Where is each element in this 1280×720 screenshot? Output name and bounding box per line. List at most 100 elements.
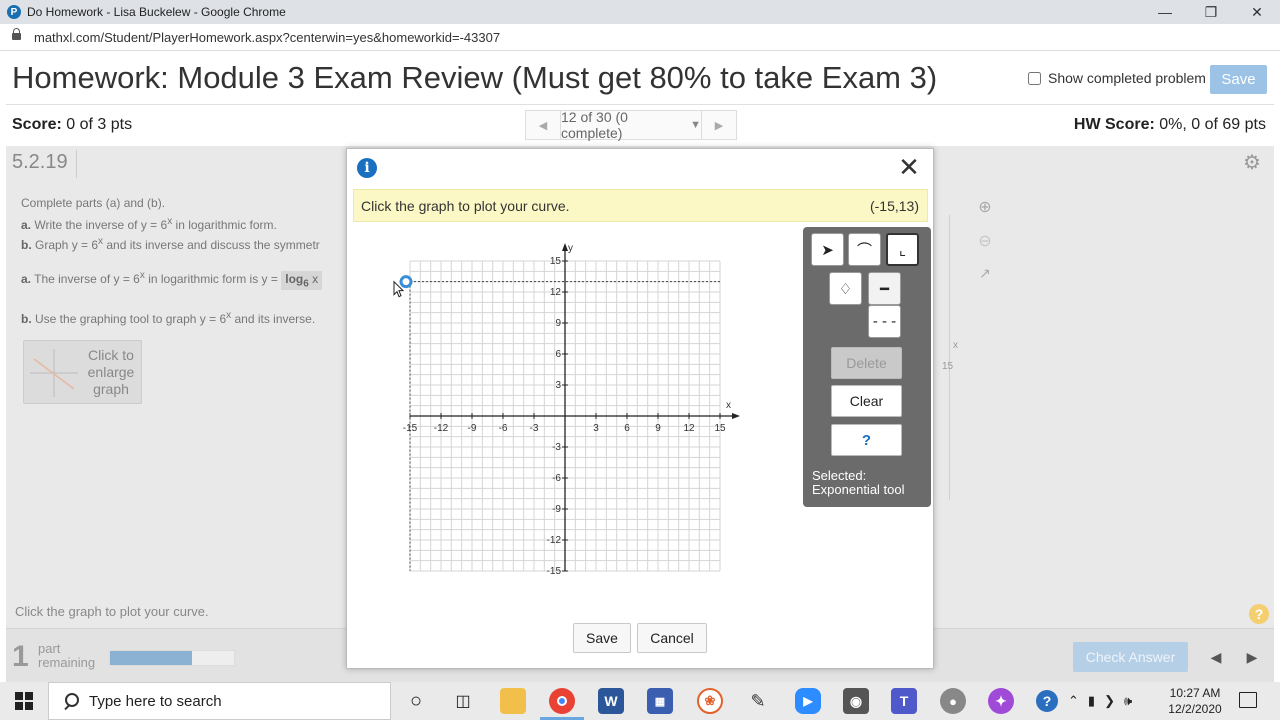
selected-tool-label: Selected: Exponential tool	[812, 468, 905, 497]
prev-icon[interactable]: ◀	[1200, 642, 1232, 672]
header-divider	[6, 104, 1274, 105]
y-tick-label: -15	[547, 566, 562, 577]
zoom-in-icon[interactable]: ⊕	[974, 197, 996, 219]
hw-score-value: 0%, 0 of 69 pts	[1154, 116, 1266, 133]
volume-icon[interactable]: 🕪	[1124, 693, 1132, 709]
popout-icon[interactable]: ↗	[974, 265, 996, 287]
cortana-icon[interactable]: ○	[403, 688, 429, 714]
prev-question-icon[interactable]: ◀	[526, 111, 560, 139]
address-bar[interactable]: mathxl.com/Student/PlayerHomework.aspx?c…	[0, 24, 1280, 51]
screencast-icon[interactable]: ✦	[988, 688, 1014, 714]
wifi-icon[interactable]: ❯	[1104, 693, 1115, 709]
help-tray-icon[interactable]: ?	[1036, 690, 1058, 712]
taskbar-search-input[interactable]: Type here to search	[48, 682, 391, 720]
y-tick-label: 9	[555, 318, 561, 329]
show-completed-input[interactable]	[1028, 71, 1041, 85]
search-placeholder: Type here to search	[89, 692, 222, 710]
pointer-tool-icon[interactable]: ➤	[811, 233, 844, 266]
chevron-down-icon: ▼	[690, 119, 701, 131]
gear-icon[interactable]: ⚙	[1243, 153, 1261, 173]
pager-text: 12 of 30 (0 complete)	[561, 109, 628, 141]
score: Score: 0 of 3 pts	[12, 116, 132, 134]
minimize-icon[interactable]: —	[1142, 0, 1188, 24]
file-explorer-icon[interactable]	[500, 688, 526, 714]
y-tick-label: -6	[552, 473, 561, 484]
enlarge-graph-button[interactable]: Click to enlarge graph	[23, 340, 142, 404]
graph-toolbox: ➤ ⌒ ⌞ ♢ ━ - - - Delete Clear ? Selected:…	[803, 227, 931, 507]
notification-icon[interactable]	[1239, 692, 1257, 708]
log-answer-box[interactable]: log6 x	[281, 271, 323, 291]
window-titlebar: P Do Homework - Lisa Buckelew - Google C…	[0, 0, 1280, 24]
question-select[interactable]: 12 of 30 (0 complete) ▼	[560, 109, 702, 141]
exponential-tool-icon[interactable]: ⌞	[886, 233, 919, 266]
zoom-app-icon[interactable]: ▶	[795, 688, 821, 714]
search-icon	[63, 693, 79, 709]
camera-icon[interactable]: ◉	[843, 688, 869, 714]
app-icon[interactable]: ▦	[647, 688, 673, 714]
close-icon[interactable]: ✕	[898, 154, 920, 180]
taskbar-clock[interactable]: 10:27 AM 12/2/2020	[1164, 685, 1226, 717]
chevron-up-icon[interactable]: ⌃	[1068, 693, 1079, 709]
dialog-save-button[interactable]: Save	[573, 623, 631, 653]
question-number: 5.2.19	[12, 151, 68, 173]
y-axis-label: y	[568, 243, 573, 254]
close-window-icon[interactable]: ✕	[1234, 0, 1280, 24]
progress-bar	[109, 650, 235, 666]
question-pager: ◀ 12 of 30 (0 complete) ▼ ▶	[525, 109, 737, 141]
x-tick-label: -9	[468, 423, 477, 434]
clock-date: 12/2/2020	[1168, 702, 1222, 716]
delete-button[interactable]: Delete	[831, 347, 902, 379]
window-title: Do Homework - Lisa Buckelew - Google Chr…	[27, 5, 286, 19]
clock-time: 10:27 AM	[1169, 686, 1221, 700]
system-tray: ⌃ ▮ ❯ 🕪	[1068, 682, 1132, 720]
y-tick-label: 3	[555, 380, 561, 391]
clear-button[interactable]: Clear	[831, 385, 902, 417]
teams-icon[interactable]: T	[891, 688, 917, 714]
zoom-out-icon[interactable]: ⊖	[974, 231, 996, 253]
graph-thumbnail-icon	[30, 349, 78, 397]
next-icon[interactable]: ▶	[1236, 642, 1268, 672]
x-tick-label: 15	[714, 423, 726, 434]
word-icon[interactable]: W	[598, 688, 624, 714]
help-icon[interactable]: ?	[1249, 604, 1269, 624]
save-button[interactable]: Save	[1210, 65, 1267, 94]
battery-icon[interactable]: ▮	[1088, 693, 1095, 709]
solid-line-icon[interactable]: ━	[868, 272, 901, 305]
show-completed-checkbox[interactable]: Show completed problem	[1028, 70, 1206, 86]
dashed-line-icon[interactable]: - - -	[868, 305, 901, 338]
bottom-instruction: Click the graph to plot your curve.	[15, 604, 209, 619]
task-view-icon[interactable]: ◫	[450, 688, 476, 714]
x-tick-label: 6	[624, 423, 630, 434]
drawing-app-icon[interactable]: ✎	[745, 688, 771, 714]
dialog-cancel-button[interactable]: Cancel	[637, 623, 707, 653]
enlarge-graph-label: Click to enlarge graph	[87, 347, 135, 397]
next-question-icon[interactable]: ▶	[702, 111, 736, 139]
progress-fill	[110, 651, 192, 665]
logarithmic-tool-icon[interactable]: ⌒	[848, 233, 881, 266]
score-value: 0 of 3 pts	[61, 116, 133, 133]
windows-start-icon[interactable]	[15, 692, 33, 710]
fill-tool-icon[interactable]: ♢	[829, 272, 862, 305]
paint-icon[interactable]: ❀	[697, 688, 723, 714]
question-part-b: b. Graph y = 6x and its inverse and disc…	[21, 236, 320, 252]
check-answer-button[interactable]: Check Answer	[1073, 642, 1188, 672]
x-axis-arrow	[732, 413, 740, 419]
webcam-icon[interactable]: ●	[940, 688, 966, 714]
graph-canvas[interactable]: x y -15 -12 -9 -6 -3 3 6 9 12 15 15 12 9 6 3 -3 -6 -9 -12 -15	[347, 149, 797, 589]
cursor-point	[399, 275, 413, 289]
y-tick-label: -9	[552, 504, 561, 515]
chrome-icon[interactable]	[549, 688, 575, 714]
y-tick-label: 15	[550, 256, 562, 267]
y-tick-label: 12	[550, 287, 562, 298]
taskbar: Type here to search ○ ◫ W ▦ ❀ ✎ ▶ ◉ T ● …	[0, 682, 1280, 720]
hw-score-label: HW Score:	[1073, 116, 1155, 133]
x-tick-label: -15	[403, 423, 418, 434]
y-tick-label: -12	[547, 535, 562, 546]
url-text[interactable]: mathxl.com/Student/PlayerHomework.aspx?c…	[34, 30, 500, 45]
restore-icon[interactable]: ❐	[1188, 0, 1234, 24]
page-title: Homework: Module 3 Exam Review (Must get…	[12, 60, 938, 95]
y-tick-label: 6	[555, 349, 561, 360]
question-number-divider	[76, 150, 77, 178]
parts-remaining-count: 1	[12, 640, 29, 673]
toolbox-help-button[interactable]: ?	[831, 424, 902, 456]
